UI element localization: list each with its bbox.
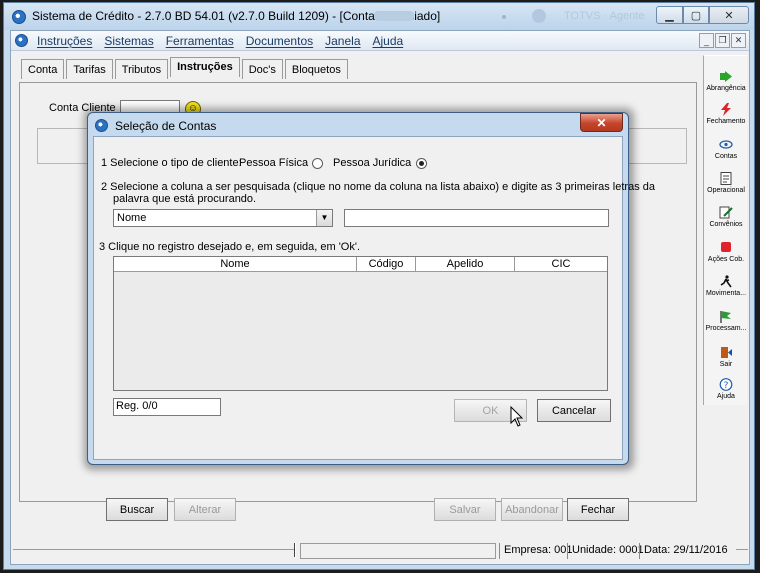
background-dot <box>502 15 506 19</box>
menu-sistemas[interactable]: Sistemas <box>104 34 153 48</box>
step1-label: 1 Selecione o tipo de cliente: <box>101 157 242 169</box>
toolbar-label: Sair <box>719 361 733 368</box>
document-icon <box>720 172 732 185</box>
menu-documentos[interactable]: Documentos <box>246 34 313 48</box>
tab-conta[interactable]: Conta <box>21 59 65 79</box>
toolbar-abrangencia[interactable]: Abrangência <box>704 70 748 92</box>
toolbar-label: Contas <box>714 153 738 160</box>
toolbar-movimenta[interactable]: Movimenta... <box>704 275 748 297</box>
eye-icon <box>719 140 733 149</box>
cancelar-button[interactable]: Cancelar <box>537 399 611 422</box>
toolbar-processam[interactable]: Processam... <box>704 310 748 332</box>
dialog-titlebar: Seleção de Contas ✕ <box>88 113 628 137</box>
column-header-apelido[interactable]: Apelido <box>416 257 515 271</box>
toolbar-label: Ações Cob. <box>707 256 745 263</box>
tab-docs[interactable]: Doc's <box>241 59 283 79</box>
toolbar-label: Processam... <box>705 325 747 332</box>
status-data: Data: 29/11/2016 <box>639 543 728 559</box>
close-button[interactable]: ✕ <box>709 6 749 24</box>
red-square-icon <box>721 242 731 252</box>
radio-juridica-label[interactable]: Pessoa Jurídica <box>333 157 411 169</box>
radio-fisica-label[interactable]: Pessoa Física <box>239 157 308 169</box>
lightning-icon <box>721 103 731 116</box>
chevron-down-icon[interactable]: ▼ <box>316 210 332 226</box>
app-logo-icon <box>12 10 26 24</box>
menu-ferramentas[interactable]: Ferramentas <box>166 34 234 48</box>
minimize-button[interactable]: ▁ <box>656 6 683 24</box>
status-splitter[interactable] <box>294 543 296 557</box>
tab-tarifas[interactable]: Tarifas <box>66 59 113 79</box>
column-select-value: Nome <box>117 212 147 224</box>
toolbar-ajuda[interactable]: ? Ajuda <box>704 378 748 400</box>
step2-label-cont: palavra que está procurando. <box>113 193 257 205</box>
status-separator <box>736 549 748 550</box>
dialog-close-button[interactable]: ✕ <box>580 113 623 132</box>
toolbar-convenios[interactable]: Convênios <box>704 206 748 228</box>
help-icon: ? <box>719 378 733 391</box>
grid-header: Nome Código Apelido CIC <box>114 257 607 272</box>
tab-strip: Conta Tarifas Tributos Instruções Doc's … <box>21 57 350 79</box>
child-restore-button[interactable]: ❐ <box>715 33 730 48</box>
alterar-button[interactable]: Alterar <box>174 498 236 521</box>
window-titlebar: Sistema de Crédito - 2.7.0 BD 54.01 (v2.… <box>4 3 754 30</box>
menu-items: Instruções Sistemas Ferramentas Document… <box>37 34 403 48</box>
radio-juridica[interactable] <box>416 158 427 169</box>
toolbar-label: Fechamento <box>706 118 746 125</box>
background-window-text: TOTVS · Agente <box>564 10 645 22</box>
tab-instrucoes[interactable]: Instruções <box>170 57 240 77</box>
buscar-button[interactable]: Buscar <box>106 498 168 521</box>
dialog-logo-icon <box>95 119 108 132</box>
flag-icon <box>720 311 731 323</box>
record-counter: Reg. 0/0 <box>113 398 221 416</box>
toolbar-fechamento[interactable]: Fechamento <box>704 103 748 125</box>
abandonar-button[interactable]: Abandonar <box>501 498 563 521</box>
toolbar-label: Movimenta... <box>705 290 747 297</box>
toolbar-label: Abrangência <box>706 85 746 92</box>
right-toolbar: Abrangência Fechamento Contas Operaciona… <box>703 55 747 405</box>
status-separator <box>13 549 295 550</box>
toolbar-sair[interactable]: Sair <box>704 346 748 368</box>
child-close-button[interactable]: ✕ <box>731 33 746 48</box>
radio-fisica[interactable] <box>312 158 323 169</box>
menu-bar: Instruções Sistemas Ferramentas Document… <box>11 31 749 51</box>
menu-instrucoes[interactable]: Instruções <box>37 34 92 48</box>
tab-bloquetos[interactable]: Bloquetos <box>284 59 348 79</box>
status-progress-panel <box>300 543 496 559</box>
toolbar-contas[interactable]: Contas <box>704 138 748 160</box>
exit-door-icon <box>721 347 732 358</box>
menu-janela[interactable]: Janela <box>325 34 360 48</box>
toolbar-acoes-cob[interactable]: Ações Cob. <box>704 241 748 263</box>
column-select[interactable]: Nome ▼ <box>113 209 333 227</box>
svg-text:?: ? <box>724 381 729 391</box>
background-logo-icon <box>532 9 546 23</box>
arrow-play-icon <box>720 71 732 82</box>
step3-label: 3 Clique no registro desejado e, em segu… <box>99 241 361 253</box>
status-empresa: Empresa: 001 <box>499 543 572 559</box>
search-input[interactable] <box>344 209 609 227</box>
column-header-cic[interactable]: CIC <box>515 257 607 271</box>
menu-logo-icon[interactable] <box>15 34 28 47</box>
dialog-title: Seleção de Contas <box>115 119 217 133</box>
background-blur <box>374 11 414 21</box>
toolbar-operacional[interactable]: Operacional <box>704 172 748 194</box>
salvar-button[interactable]: Salvar <box>434 498 496 521</box>
results-grid[interactable]: Nome Código Apelido CIC <box>113 256 608 391</box>
maximize-button[interactable]: ▢ <box>683 6 709 24</box>
status-unidade: Unidade: 0001 <box>567 543 644 559</box>
mouse-cursor-icon <box>510 406 524 427</box>
column-header-nome[interactable]: Nome <box>114 257 357 271</box>
fechar-button[interactable]: Fechar <box>567 498 629 521</box>
toolbar-label: Convênios <box>709 221 743 228</box>
tab-tributos[interactable]: Tributos <box>114 59 169 79</box>
step2-label: 2 Selecione a coluna a ser pesquisada (c… <box>101 181 656 193</box>
menu-ajuda[interactable]: Ajuda <box>373 34 404 48</box>
toolbar-label: Ajuda <box>717 393 735 400</box>
toolbar-label: Operacional <box>707 187 745 194</box>
status-bar: Empresa: 001 Unidade: 0001 Data: 29/11/2… <box>11 537 749 563</box>
edit-document-icon <box>719 206 733 219</box>
running-man-icon <box>720 275 732 288</box>
column-header-codigo[interactable]: Código <box>357 257 416 271</box>
child-minimize-button[interactable]: _ <box>699 33 714 48</box>
